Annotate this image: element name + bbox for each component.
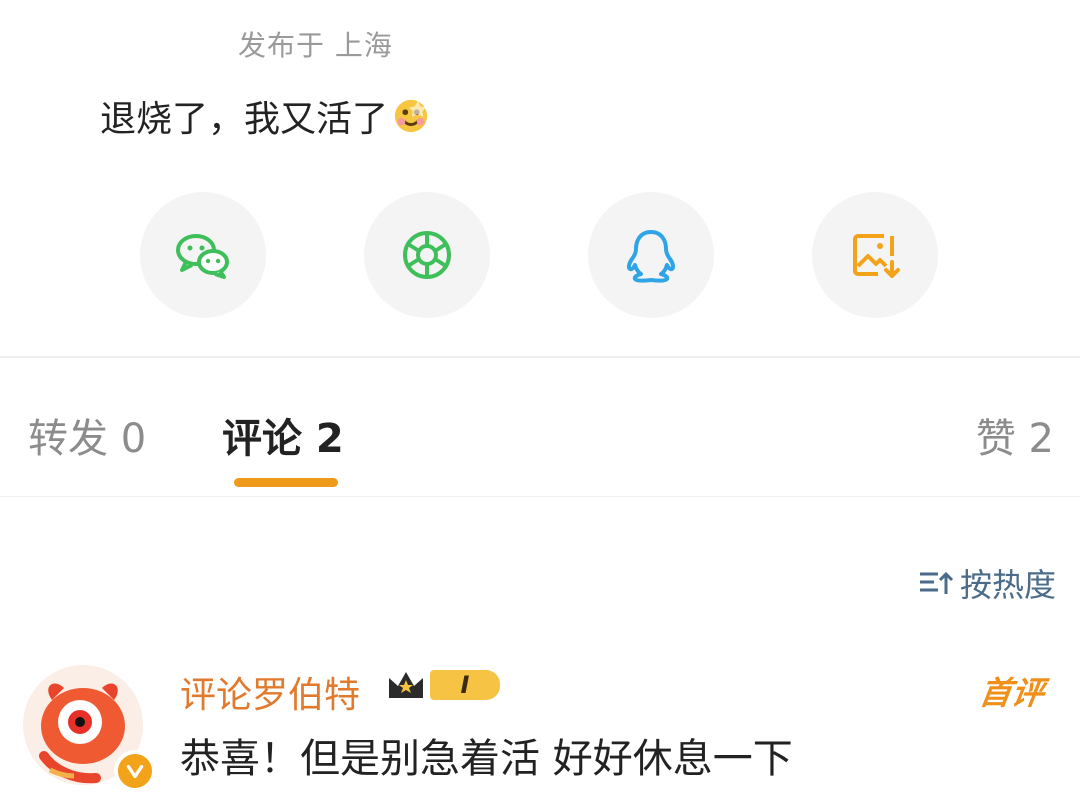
comment-text: 恭喜！但是别急着活 好好休息一下 [180, 736, 793, 782]
sort-label: 按热度 [959, 566, 1056, 604]
save-image-icon [853, 234, 900, 278]
crown-icon [389, 672, 423, 698]
tab-comments[interactable]: 评论 2 [222, 406, 344, 464]
share-row [0, 192, 1080, 318]
post-detail-page: 发布于 上海 退烧了，我又活了 转发 0 评论 2 赞 2 按热度 评论罗伯特 … [0, 0, 1080, 805]
sort-icon [919, 571, 954, 594]
section-divider [0, 356, 1080, 358]
member-badge[interactable]: I [386, 668, 500, 702]
sort-by-hot-button[interactable]: 按热度 [918, 560, 1056, 606]
avatar[interactable] [22, 660, 156, 792]
qq-icon [626, 230, 676, 283]
share-wechat-button[interactable] [140, 192, 266, 318]
share-qq-button[interactable] [588, 192, 714, 318]
level-badge: I [430, 670, 500, 700]
tab-repost[interactable]: 转发 0 [28, 406, 146, 464]
first-comment-tag: 首评 [977, 674, 1047, 712]
tab-likes[interactable]: 赞 2 [976, 406, 1054, 464]
share-moments-button[interactable] [364, 192, 490, 318]
active-tab-indicator [234, 478, 338, 487]
tabs-divider [0, 496, 1080, 497]
tab-bar: 转发 0 评论 2 赞 2 [0, 400, 1080, 500]
comment-username[interactable]: 评论罗伯特 [180, 666, 360, 718]
moments-icon [403, 231, 451, 279]
post-location: 发布于 上海 [238, 29, 393, 62]
level-label: I [460, 671, 470, 699]
comment-item: 评论罗伯特 I 恭喜！但是别急着活 好好休息一下 首评 [0, 650, 1080, 805]
post-content: 退烧了，我又活了 [100, 90, 430, 142]
save-image-button[interactable] [812, 192, 938, 318]
emoji-icon [392, 97, 430, 135]
post-text: 退烧了，我又活了 [100, 99, 389, 140]
verified-badge-icon [114, 750, 156, 792]
wechat-icon [176, 234, 229, 279]
